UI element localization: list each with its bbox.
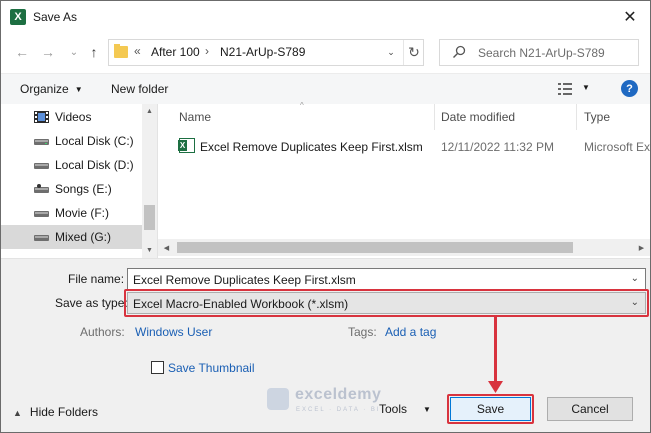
new-folder-button[interactable]: New folder — [111, 82, 168, 96]
exceldemy-watermark: exceldemy EXCEL · DATA · BI — [267, 385, 432, 421]
up-arrow-icon[interactable]: ↑ — [85, 43, 103, 61]
authors-label: Authors: — [80, 325, 125, 339]
save-as-type-label: Save as type: — [55, 296, 128, 310]
file-name-input[interactable]: Excel Remove Duplicates Keep First.xlsm … — [127, 268, 646, 290]
sidebar-item-local-disk-c[interactable]: Local Disk (C:) — [1, 129, 142, 153]
scroll-up-icon[interactable]: ▲ — [142, 104, 157, 119]
tools-caret-down-icon[interactable]: ▼ — [423, 405, 431, 414]
file-name-dropdown-icon[interactable]: ⌄ — [631, 273, 639, 284]
annotation-highlight-type — [124, 289, 649, 317]
back-arrow-icon[interactable]: ← — [13, 43, 31, 61]
caret-down-icon: ▼ — [74, 85, 83, 94]
title-bar: X Save As ✕ — [1, 1, 650, 33]
column-header-date-modified[interactable]: Date modified — [441, 110, 515, 124]
file-list: ^ Name Date modified Type Excel Remove D… — [158, 101, 650, 258]
refresh-icon[interactable]: ↻ — [403, 40, 424, 65]
view-options-icon[interactable] — [558, 83, 572, 95]
excel-icon: X — [10, 9, 26, 25]
search-input[interactable]: Search N21-ArUp-S789 — [439, 39, 639, 66]
view-caret-down-icon[interactable]: ▼ — [582, 83, 590, 92]
date-modified-cell: 12/11/2022 11:32 PM — [441, 140, 554, 154]
film-icon — [34, 111, 49, 123]
table-row[interactable]: Excel Remove Duplicates Keep First.xlsm … — [158, 133, 650, 159]
type-cell: Microsoft Ex — [584, 140, 650, 154]
column-header-name[interactable]: Name — [179, 110, 211, 124]
sidebar-item-label: Local Disk (D:) — [55, 158, 134, 172]
authors-value[interactable]: Windows User — [135, 325, 212, 339]
file-list-horizontal-scrollbar[interactable]: ◀ ▶ — [158, 239, 650, 256]
scrollbar-thumb[interactable] — [144, 205, 155, 230]
sidebar-item-movie-f[interactable]: Movie (F:) — [1, 201, 142, 225]
navigation-bar: ← → ⌄ ↑ « After 100 › N21-ArUp-S789 ⌄ ↻ … — [1, 33, 650, 73]
search-icon — [453, 45, 466, 58]
sort-ascending-icon: ^ — [300, 101, 304, 110]
hide-folders-toggle[interactable]: ▲ Hide Folders — [13, 405, 98, 419]
annotation-arrow-line — [494, 317, 497, 387]
cancel-button[interactable]: Cancel — [547, 397, 633, 421]
close-button[interactable]: ✕ — [618, 5, 642, 29]
add-tag-link[interactable]: Add a tag — [385, 325, 436, 339]
sidebar-item-songs-e[interactable]: Songs (E:) — [1, 177, 142, 201]
address-bar[interactable]: « After 100 › N21-ArUp-S789 ⌄ ↻ — [108, 39, 424, 66]
tools-menu[interactable]: Tools — [379, 402, 407, 416]
help-icon[interactable]: ? — [621, 80, 638, 97]
address-overflow[interactable]: « — [134, 44, 141, 58]
sidebar-item-videos[interactable]: Videos — [1, 105, 142, 129]
drive-icon — [34, 211, 49, 217]
hide-folders-label: Hide Folders — [29, 405, 98, 419]
drive-icon — [34, 139, 49, 145]
recent-locations-chevron-icon[interactable]: ⌄ — [65, 43, 83, 61]
drive-icon — [34, 163, 49, 169]
sidebar-item-label: Movie (F:) — [55, 206, 109, 220]
breadcrumb-current-folder[interactable]: N21-ArUp-S789 — [220, 45, 305, 59]
sidebar-item-label: Videos — [55, 110, 92, 124]
scroll-left-icon[interactable]: ◀ — [158, 239, 175, 256]
tags-label: Tags: — [348, 325, 377, 339]
breadcrumb-separator[interactable]: › — [205, 44, 209, 58]
watermark-name: exceldemy — [295, 386, 382, 403]
dialog-title: Save As — [33, 10, 78, 24]
scrollbar-thumb[interactable] — [177, 242, 573, 253]
save-thumbnail-checkbox[interactable] — [151, 361, 164, 374]
file-name-label: File name: — [68, 272, 125, 286]
command-toolbar: Organize ▼ New folder ▼ ? — [1, 73, 650, 104]
save-thumbnail-label[interactable]: Save Thumbnail — [168, 361, 255, 375]
save-form: File name: Excel Remove Duplicates Keep … — [1, 258, 650, 432]
annotation-highlight-save — [447, 394, 534, 424]
breadcrumb-after-100[interactable]: After 100 — [151, 45, 200, 59]
exceldemy-logo-icon — [267, 388, 289, 410]
organize-label: Organize — [20, 82, 69, 96]
sidebar-item-local-disk-d[interactable]: Local Disk (D:) — [1, 153, 142, 177]
drive-icon — [34, 235, 49, 241]
sidebar-item-mixed-g[interactable]: Mixed (G:) — [1, 225, 142, 249]
scroll-down-icon[interactable]: ▼ — [142, 243, 157, 258]
file-name-value: Excel Remove Duplicates Keep First.xlsm — [133, 273, 356, 287]
scroll-right-icon[interactable]: ▶ — [633, 239, 650, 256]
excel-file-icon — [178, 138, 195, 153]
folder-icon — [114, 44, 128, 58]
music-drive-icon — [34, 184, 49, 193]
sidebar-item-label: Local Disk (C:) — [55, 134, 134, 148]
organize-menu[interactable]: Organize ▼ — [20, 82, 83, 96]
navigation-pane: Videos Local Disk (C:) Local Disk (D:) S… — [1, 104, 158, 258]
column-header-type[interactable]: Type — [584, 110, 610, 124]
column-divider[interactable] — [576, 104, 577, 130]
sidebar-item-label: Songs (E:) — [55, 182, 112, 196]
annotation-arrow-head-icon — [488, 381, 503, 393]
address-dropdown-icon[interactable]: ⌄ — [381, 40, 401, 65]
sidebar-item-label: Mixed (G:) — [55, 230, 112, 244]
search-placeholder: Search N21-ArUp-S789 — [478, 46, 605, 60]
watermark-tagline: EXCEL · DATA · BI — [296, 407, 381, 413]
column-divider[interactable] — [434, 104, 435, 130]
forward-arrow-icon[interactable]: → — [39, 43, 57, 61]
navigation-pane-scrollbar[interactable]: ▲ ▼ — [142, 104, 157, 258]
save-as-dialog: X Save As ✕ ← → ⌄ ↑ « After 100 › N21-Ar… — [0, 0, 651, 433]
file-name-cell: Excel Remove Duplicates Keep First.xlsm — [200, 140, 423, 154]
caret-up-icon: ▲ — [13, 408, 22, 418]
